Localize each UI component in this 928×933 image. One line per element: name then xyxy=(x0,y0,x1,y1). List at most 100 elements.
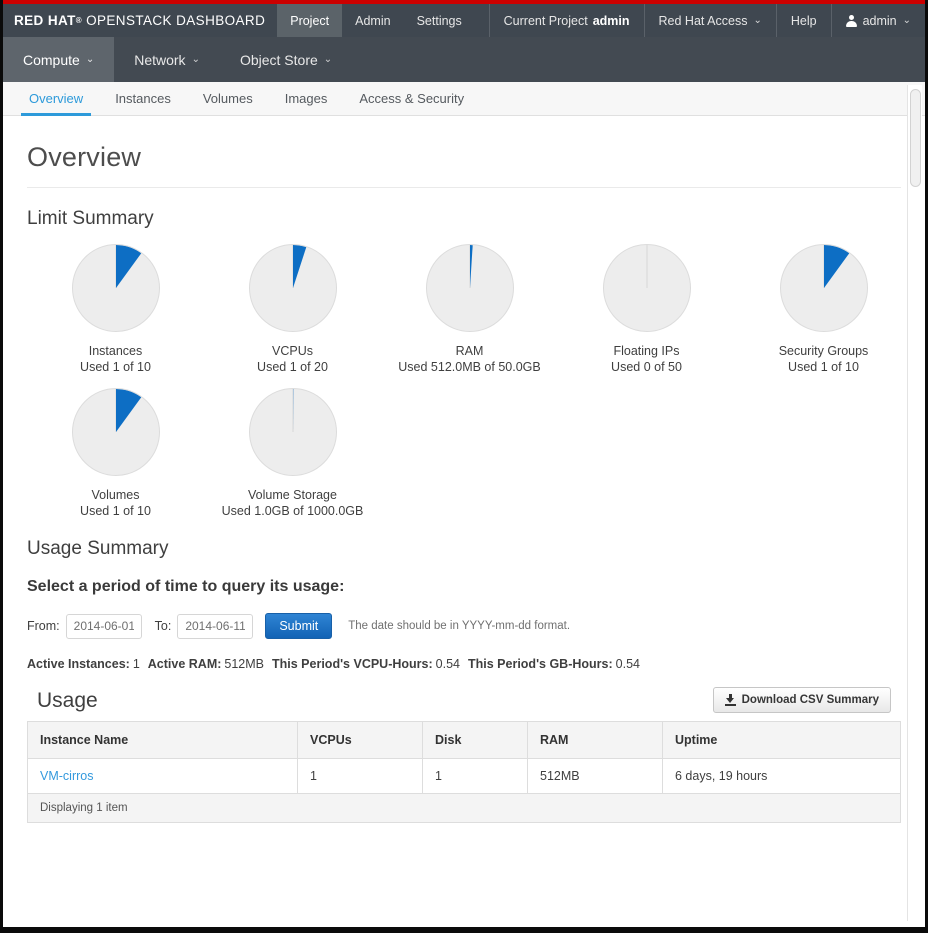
usage-panel-heading: Usage xyxy=(37,689,98,713)
masthead-nav-project[interactable]: Project xyxy=(277,4,342,37)
usage-table-head: Instance Name VCPUs Disk RAM Uptime xyxy=(28,722,901,759)
quota-title: Floating IPs xyxy=(558,344,735,358)
subnav-item-object-store[interactable]: Object Store ⌄ xyxy=(220,37,352,82)
vertical-scrollbar[interactable] xyxy=(907,85,922,921)
current-project-label: Current Project xyxy=(504,14,588,28)
subnav-label-network: Network xyxy=(134,52,185,68)
active-summary-value: 0.54 xyxy=(436,657,460,671)
tab-access-security[interactable]: Access & Security xyxy=(343,82,480,115)
user-menu-label: admin xyxy=(863,14,897,28)
active-summary-key: This Period's VCPU-Hours: xyxy=(272,657,433,671)
masthead-nav: Project Admin Settings xyxy=(277,4,475,37)
current-project-name: admin xyxy=(593,14,630,28)
active-usage-summary: Active Instances:1Active RAM:512MBThis P… xyxy=(27,657,901,671)
download-csv-label: Download CSV Summary xyxy=(742,694,879,706)
cell-disk: 1 xyxy=(423,759,528,794)
secondary-nav: Compute ⌄ Network ⌄ Object Store ⌄ xyxy=(3,37,925,82)
quota-usage-text: Used 1 of 10 xyxy=(27,504,204,518)
cell-uptime: 6 days, 19 hours xyxy=(663,759,901,794)
pie-chart xyxy=(72,244,160,332)
from-date-input[interactable] xyxy=(66,614,142,639)
active-summary-value: 512MB xyxy=(224,657,264,671)
page-title: Overview xyxy=(27,142,901,188)
tab-images[interactable]: Images xyxy=(269,82,344,115)
subnav-label-compute: Compute xyxy=(23,52,80,68)
user-icon xyxy=(846,15,857,27)
quota-usage-text: Used 1 of 20 xyxy=(204,360,381,374)
masthead-nav-settings[interactable]: Settings xyxy=(404,4,475,37)
to-date-input[interactable] xyxy=(177,614,253,639)
date-format-hint: The date should be in YYYY-mm-dd format. xyxy=(348,620,570,632)
usage-panel: Usage Download CSV Summary Instance Name… xyxy=(27,687,901,823)
tab-strip: Overview Instances Volumes Images Access… xyxy=(3,82,925,116)
subnav-item-network[interactable]: Network ⌄ xyxy=(114,37,220,82)
column-header-disk[interactable]: Disk xyxy=(423,722,528,759)
period-prompt: Select a period of time to query its usa… xyxy=(27,578,901,596)
active-summary-value: 0.54 xyxy=(616,657,640,671)
usage-table-count: Displaying 1 item xyxy=(28,794,901,823)
usage-table-footer-row: Displaying 1 item xyxy=(28,794,901,823)
tab-overview[interactable]: Overview xyxy=(13,82,99,115)
brand-strong: RED HAT xyxy=(14,13,76,28)
quota-usage-text: Used 1.0GB of 1000.0GB xyxy=(204,504,381,518)
quota-usage-text: Used 512.0MB of 50.0GB xyxy=(381,360,558,374)
help-link[interactable]: Help xyxy=(776,4,831,37)
chevron-down-icon: ⌄ xyxy=(86,55,94,65)
quota-chart-instances: InstancesUsed 1 of 10 xyxy=(27,244,204,374)
masthead-nav-admin[interactable]: Admin xyxy=(342,4,403,37)
quota-title: VCPUs xyxy=(204,344,381,358)
user-menu[interactable]: admin ⌄ xyxy=(831,4,925,37)
quota-usage-text: Used 0 of 50 xyxy=(558,360,735,374)
browser-viewport: RED HAT® OPENSTACK DASHBOARD Project Admi… xyxy=(0,0,928,933)
brand-rest: OPENSTACK DASHBOARD xyxy=(86,13,265,28)
quota-title: Volume Storage xyxy=(204,488,381,502)
quota-chart-security-groups: Security GroupsUsed 1 of 10 xyxy=(735,244,912,374)
active-summary-key: Active Instances: xyxy=(27,657,130,671)
limit-summary-heading: Limit Summary xyxy=(27,208,901,230)
quota-usage-text: Used 1 of 10 xyxy=(735,360,912,374)
cell-instance-name: VM-cirros xyxy=(28,759,298,794)
column-header-uptime[interactable]: Uptime xyxy=(663,722,901,759)
red-hat-access-label: Red Hat Access xyxy=(659,14,748,28)
quota-row-primary: InstancesUsed 1 of 10VCPUs Used 1 of 20RA… xyxy=(27,244,901,374)
quota-chart-vcpus: VCPUs Used 1 of 20 xyxy=(204,244,381,374)
to-label: To: xyxy=(155,619,172,633)
quota-chart-volumes: Volumes Used 1 of 10 xyxy=(27,388,204,518)
red-hat-access-menu[interactable]: Red Hat Access ⌄ xyxy=(644,4,776,37)
quota-chart-ram: RAM Used 512.0MB of 50.0GB xyxy=(381,244,558,374)
pie-chart xyxy=(72,388,160,476)
download-csv-summary-button[interactable]: Download CSV Summary xyxy=(713,687,891,713)
from-label: From: xyxy=(27,619,60,633)
usage-table: Instance Name VCPUs Disk RAM Uptime VM-c… xyxy=(27,721,901,823)
tab-volumes[interactable]: Volumes xyxy=(187,82,269,115)
table-row[interactable]: VM-cirros11512MB6 days, 19 hours xyxy=(28,759,901,794)
pie-chart xyxy=(603,244,691,332)
column-header-instance-name[interactable]: Instance Name xyxy=(28,722,298,759)
usage-table-body: VM-cirros11512MB6 days, 19 hours xyxy=(28,759,901,794)
quota-title: Volumes xyxy=(27,488,204,502)
pie-chart xyxy=(249,244,337,332)
active-summary-key: This Period's GB-Hours: xyxy=(468,657,613,671)
tab-instances[interactable]: Instances xyxy=(99,82,187,115)
quota-chart-floating-ips: Floating IPs Used 0 of 50 xyxy=(558,244,735,374)
brand-logo[interactable]: RED HAT® OPENSTACK DASHBOARD xyxy=(3,4,277,37)
submit-button[interactable]: Submit xyxy=(265,613,332,639)
column-header-vcpus[interactable]: VCPUs xyxy=(298,722,423,759)
chevron-down-icon: ⌄ xyxy=(903,16,911,26)
pie-chart xyxy=(426,244,514,332)
column-header-ram[interactable]: RAM xyxy=(528,722,663,759)
quota-title: RAM xyxy=(381,344,558,358)
quota-title: Instances xyxy=(27,344,204,358)
download-icon xyxy=(725,694,736,706)
subnav-label-object-store: Object Store xyxy=(240,52,318,68)
scrollbar-thumb[interactable] xyxy=(910,89,921,187)
chevron-down-icon: ⌄ xyxy=(324,55,332,65)
active-summary-key: Active RAM: xyxy=(148,657,222,671)
instance-link[interactable]: VM-cirros xyxy=(40,769,93,783)
usage-table-foot: Displaying 1 item xyxy=(28,794,901,823)
subnav-item-compute[interactable]: Compute ⌄ xyxy=(3,37,114,82)
masthead-right-group: Current Project admin Red Hat Access ⌄ H… xyxy=(489,4,925,37)
cell-vcpus: 1 xyxy=(298,759,423,794)
registered-mark-icon: ® xyxy=(76,16,82,25)
masthead: RED HAT® OPENSTACK DASHBOARD Project Admi… xyxy=(3,4,925,37)
